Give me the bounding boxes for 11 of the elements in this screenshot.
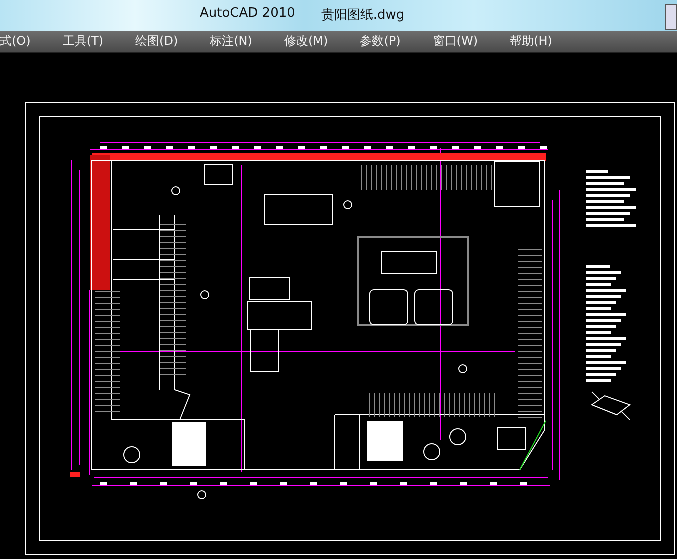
menu-item[interactable]: 式(O) (0, 32, 42, 50)
menu-item[interactable]: 参数(P) (339, 32, 412, 50)
app-title: AutoCAD 2010 (200, 6, 296, 24)
menu-item[interactable]: 帮助(H) (489, 32, 564, 50)
menu-item[interactable]: 工具(T) (42, 32, 115, 50)
window-control-button[interactable] (665, 4, 677, 30)
menu-item[interactable]: 标注(N) (189, 32, 264, 50)
menu-item[interactable]: 窗口(W) (412, 32, 490, 50)
menu-item[interactable]: 绘图(D) (114, 32, 190, 50)
menu-item[interactable]: 修改(M) (263, 32, 340, 50)
file-name: 贵阳图纸.dwg (321, 7, 405, 24)
